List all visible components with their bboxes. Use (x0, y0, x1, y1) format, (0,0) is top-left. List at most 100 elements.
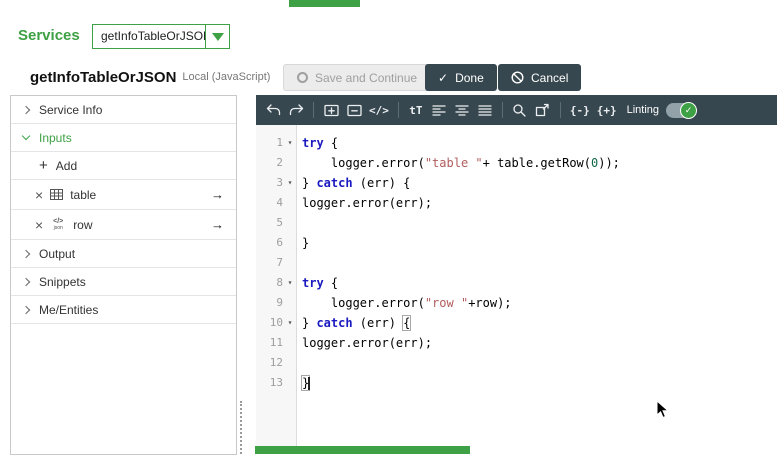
sidebar-item-me-entities[interactable]: Me/Entities (11, 296, 236, 324)
code-area[interactable]: 1 ▾ try {2 logger.error("table "+ table.ge… (256, 125, 777, 454)
top-green-bar (289, 0, 360, 7)
delete-icon[interactable]: × (35, 218, 43, 232)
undo-icon[interactable] (265, 101, 281, 119)
input-item-table[interactable]: × table → (11, 180, 236, 210)
line-number: 9 (276, 296, 283, 309)
line-number: 10 (269, 316, 283, 329)
check-icon: ✓ (680, 101, 698, 119)
add-input-label: Add (55, 158, 78, 173)
code-line[interactable]: 10 ▾ } catch (err) { (256, 313, 777, 333)
sidebar-item-output[interactable]: Output (11, 240, 236, 268)
resize-handle[interactable] (240, 401, 242, 454)
code-line-text: logger.error(err); (302, 336, 433, 350)
code-line-text: try { (302, 136, 339, 150)
fold-arrow-icon[interactable]: ▾ (283, 133, 297, 153)
code-line[interactable]: 4 logger.error(err); (256, 193, 777, 213)
sidebar: Service Info Inputs + Add × table → × </… (10, 95, 237, 455)
sidebar-item-service-info[interactable]: Service Info (11, 96, 236, 124)
fold-arrow-icon[interactable]: ▾ (283, 313, 297, 333)
code-line-text: } catch (err) { (302, 176, 411, 190)
code-line-text: logger.error(err); (302, 196, 433, 210)
linting-toggle[interactable]: ✓ (666, 101, 698, 119)
check-icon: ✓ (438, 70, 449, 85)
input-item-label: row (73, 217, 93, 232)
fold-arrow-icon[interactable]: ▾ (283, 273, 297, 293)
table-icon (50, 189, 64, 200)
cancel-button[interactable]: Cancel (498, 64, 582, 91)
sidebar-item-inputs[interactable]: Inputs (11, 124, 236, 152)
align-left-icon[interactable] (431, 101, 447, 119)
line-number: 3 (276, 176, 283, 189)
line-number: 11 (269, 336, 283, 349)
line-number: 13 (269, 376, 283, 389)
cancel-button-label: Cancel (531, 70, 569, 85)
save-button-label: Save and Continue (315, 70, 418, 85)
code-line[interactable]: 5 (256, 213, 777, 233)
code-line[interactable]: 3 ▾ } catch (err) { (256, 173, 777, 193)
text-cursor (308, 377, 310, 390)
replace-icon[interactable] (535, 101, 551, 119)
line-gutter: 7 (256, 253, 297, 273)
line-number: 1 (276, 136, 283, 149)
chevron-right-icon (21, 105, 31, 114)
code-line[interactable]: 8 ▾ try { (256, 273, 777, 293)
chevron-right-icon (21, 277, 31, 286)
sidebar-item-label: Output (39, 246, 76, 261)
sidebar-item-label: Snippets (39, 274, 86, 289)
redo-icon[interactable] (288, 101, 304, 119)
code-line-text: } (302, 236, 310, 250)
align-justify-icon[interactable] (477, 101, 493, 119)
toolbar-divider (501, 102, 503, 118)
code-line[interactable]: 6} (256, 233, 777, 253)
bottom-green-bar (255, 446, 470, 454)
format-text-icon[interactable]: tT (408, 101, 424, 119)
line-gutter: 9 (256, 293, 297, 313)
line-number: 4 (276, 196, 283, 209)
toolbar-divider (559, 102, 561, 118)
fold-all-icon[interactable]: {-} (570, 101, 590, 119)
line-gutter: 12 (256, 353, 297, 373)
toolbar-divider (397, 102, 399, 118)
code-line[interactable]: 9 logger.error("row "+row); (256, 293, 777, 313)
sidebar-item-label: Me/Entities (39, 302, 99, 317)
delete-icon[interactable]: × (35, 188, 43, 202)
linting-label: Linting (626, 104, 660, 116)
save-and-continue-button[interactable]: Save and Continue (283, 64, 432, 91)
line-number: 5 (276, 216, 283, 229)
sidebar-item-snippets[interactable]: Snippets (11, 268, 236, 296)
done-button[interactable]: ✓ Done (425, 64, 497, 91)
line-gutter: 6 (256, 233, 297, 253)
unfold-all-icon[interactable]: {+} (597, 101, 617, 119)
search-icon[interactable] (512, 101, 528, 119)
arrow-right-icon[interactable]: → (211, 187, 224, 202)
chevron-down-icon[interactable] (205, 25, 229, 48)
code-line[interactable]: 2 logger.error("table "+ table.getRow(0)… (256, 153, 777, 173)
add-input-button[interactable]: + Add (11, 152, 236, 180)
mouse-cursor (656, 400, 670, 419)
plus-icon: + (39, 157, 48, 174)
arrow-right-icon[interactable]: → (211, 217, 224, 232)
input-item-row[interactable]: × </> json row → (11, 210, 236, 240)
align-center-icon[interactable] (454, 101, 470, 119)
line-gutter: 2 (256, 153, 297, 173)
code-icon[interactable]: </> (369, 101, 389, 119)
line-gutter: 5 (256, 213, 297, 233)
code-line[interactable]: 13} (256, 373, 777, 393)
json-icon: </> json (50, 218, 66, 231)
services-label: Services (18, 27, 80, 44)
code-line-text: } catch (err) { (302, 316, 411, 330)
comment-remove-icon[interactable] (346, 101, 362, 119)
code-line[interactable]: 1 ▾ try { (256, 133, 777, 153)
code-line-text: } (302, 376, 310, 390)
line-gutter: 10 ▾ (256, 313, 297, 333)
code-line[interactable]: 7 (256, 253, 777, 273)
comment-add-icon[interactable] (323, 101, 339, 119)
json-icon-text: json (53, 224, 63, 231)
sidebar-item-label: Service Info (39, 102, 103, 117)
code-line-text: try { (302, 276, 339, 290)
code-line[interactable]: 11 logger.error(err); (256, 333, 777, 353)
service-dropdown[interactable]: getInfoTableOrJSON (92, 24, 230, 49)
fold-arrow-icon[interactable]: ▾ (283, 173, 297, 193)
code-line[interactable]: 12 (256, 353, 777, 373)
